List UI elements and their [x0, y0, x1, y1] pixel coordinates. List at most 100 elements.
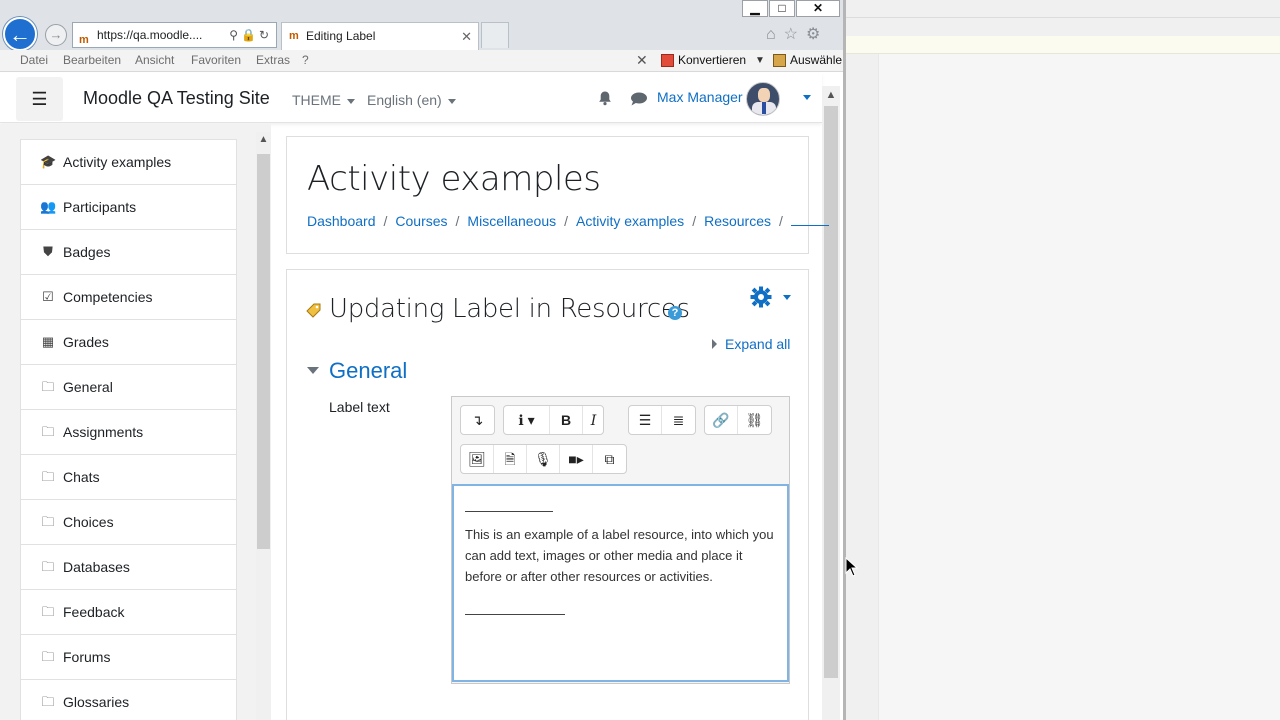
user-menu-name[interactable]: Max Manager	[657, 89, 743, 105]
caret-right-icon	[712, 339, 717, 349]
breadcrumb-dashboard[interactable]: Dashboard	[307, 213, 376, 229]
unordered-list-button[interactable]: ☰	[629, 406, 662, 434]
sidebar-item-label: Badges	[63, 244, 111, 260]
avatar[interactable]	[746, 82, 780, 116]
close-window-button[interactable]: ✕	[796, 0, 840, 17]
expand-all-label: Expand all	[725, 336, 791, 352]
scrollbar-thumb[interactable]	[257, 154, 270, 549]
theme-menu[interactable]: THEME	[292, 92, 355, 108]
link-button[interactable]: 🔗	[705, 406, 738, 434]
sidebar-item-grades[interactable]: ▦ Grades	[20, 319, 237, 364]
help-icon[interactable]: ?	[668, 306, 682, 320]
desktop-background	[846, 0, 1280, 720]
sidebar-item-choices[interactable]: 🗀 Choices	[20, 499, 237, 544]
back-button[interactable]: ←	[3, 17, 37, 51]
sidebar-item-general[interactable]: 🗀 General	[20, 364, 237, 409]
sidebar-item-glossaries[interactable]: 🗀 Glossaries	[20, 679, 237, 720]
toolbar-group: ℹ ▾ B I	[503, 405, 604, 435]
moodle-favicon-icon: m	[79, 34, 89, 46]
breadcrumb-courses[interactable]: Courses	[395, 213, 447, 229]
bold-button[interactable]: B	[550, 406, 583, 434]
graduation-cap-icon: 🎓	[40, 154, 57, 169]
page-scrollbar[interactable]: ▲	[822, 86, 840, 720]
chevron-down-icon[interactable]	[803, 95, 811, 100]
drawer-scrollbar[interactable]: ▲	[256, 132, 271, 720]
maximize-button[interactable]: □	[769, 0, 795, 17]
breadcrumb-current[interactable]	[790, 214, 829, 226]
select-addon-button[interactable]: Auswähle	[773, 50, 842, 71]
sidebar-item-feedback[interactable]: 🗀 Feedback	[20, 589, 237, 634]
address-bar[interactable]: m https://qa.moodle.... ⚲🔒↻	[72, 22, 277, 48]
form-card: Updating Label in Resources ? Expand all…	[286, 269, 809, 720]
forward-button[interactable]: →	[45, 24, 67, 46]
search-icon[interactable]: ⚲	[229, 28, 241, 42]
sidebar-item-chats[interactable]: 🗀 Chats	[20, 454, 237, 499]
rich-text-editor: ↴ ℹ ▾ B I ☰ ≣ 🔗 ⛓ 🖼 🗎 🎙 ■▸ ⧉ This is an …	[451, 396, 790, 684]
chat-icon[interactable]	[630, 92, 648, 106]
italic-button[interactable]: I	[583, 406, 604, 434]
sidebar-item-databases[interactable]: 🗀 Databases	[20, 544, 237, 589]
folder-icon: 🗀	[41, 424, 55, 439]
new-tab-button[interactable]	[481, 22, 509, 48]
insert-image-button[interactable]: 🖼	[461, 445, 494, 473]
editor-content-area[interactable]: This is an example of a label resource, …	[452, 484, 789, 682]
desktop-strip	[846, 36, 1280, 54]
menu-datei[interactable]: Datei	[20, 50, 48, 71]
section-collapse-icon[interactable]	[307, 367, 319, 374]
paragraph-styles-button[interactable]: ℹ ▾	[504, 406, 550, 434]
chevron-down-icon[interactable]: ▼	[755, 50, 765, 71]
site-header: ☰ Moodle QA Testing Site THEME English (…	[0, 73, 822, 123]
sidebar-item-participants[interactable]: 👥 Participants	[20, 184, 237, 229]
scroll-up-icon[interactable]: ▲	[256, 132, 271, 147]
manage-files-button[interactable]: ⧉	[593, 445, 626, 473]
folder-icon: 🗀	[41, 469, 55, 484]
toolbar-group: ↴	[460, 405, 495, 435]
breadcrumb-resources[interactable]: Resources	[704, 213, 771, 229]
language-menu[interactable]: English (en)	[367, 92, 456, 108]
drawer-toggle-button[interactable]: ☰	[16, 77, 63, 121]
breadcrumb-miscellaneous[interactable]: Miscellaneous	[467, 213, 556, 229]
section-general-heading[interactable]: General	[329, 358, 407, 384]
sidebar-item-label: Choices	[63, 514, 114, 530]
files-icon: ⧉	[604, 451, 615, 467]
sidebar-item-forums[interactable]: 🗀 Forums	[20, 634, 237, 679]
breadcrumb-separator: /	[564, 213, 569, 229]
ordered-list-button[interactable]: ≣	[662, 406, 695, 434]
bell-icon[interactable]	[597, 90, 613, 106]
expand-all-link[interactable]: Expand all	[712, 336, 790, 352]
gear-icon[interactable]	[749, 286, 795, 310]
italic-icon: I	[590, 413, 597, 429]
minimize-button[interactable]: ▁	[742, 0, 768, 17]
shield-icon: ⛊	[43, 244, 53, 259]
record-audio-button[interactable]: 🎙	[527, 445, 560, 473]
unlink-icon: ⛓	[745, 412, 764, 428]
scroll-up-icon[interactable]: ▲	[822, 86, 840, 104]
gear-icon[interactable]: ⚙	[806, 26, 828, 43]
tab-editing-label[interactable]: m Editing Label ✕	[281, 22, 479, 50]
scrollbar-thumb[interactable]	[824, 106, 838, 678]
star-icon[interactable]: ☆	[784, 26, 806, 43]
close-tab-icon[interactable]: ✕	[461, 23, 472, 50]
unlink-button[interactable]: ⛓	[738, 406, 771, 434]
sidebar-item-competencies[interactable]: ☑ Competencies	[20, 274, 237, 319]
menu-favoriten[interactable]: Favoriten	[191, 50, 241, 71]
sidebar-item-assignments[interactable]: 🗀 Assignments	[20, 409, 237, 454]
refresh-icon[interactable]: ↻	[259, 28, 272, 42]
insert-media-button[interactable]: 🗎	[494, 445, 527, 473]
record-video-button[interactable]: ■▸	[560, 445, 593, 473]
close-bar-icon[interactable]: ✕	[636, 50, 648, 71]
home-icon[interactable]: ⌂	[766, 26, 784, 43]
breadcrumb-activity-examples[interactable]: Activity examples	[576, 213, 684, 229]
menu-ansicht[interactable]: Ansicht	[135, 50, 174, 71]
mouse-cursor-icon	[845, 557, 859, 577]
sidebar-item-activity-examples[interactable]: 🎓 Activity examples	[20, 139, 237, 184]
menu-help[interactable]: ?	[302, 50, 309, 71]
expand-toolbar-icon: ↴	[471, 412, 484, 428]
sidebar-item-badges[interactable]: ⛊ Badges	[20, 229, 237, 274]
site-name[interactable]: Moodle QA Testing Site	[83, 88, 270, 109]
toolbar-toggle-button[interactable]: ↴	[461, 406, 494, 434]
table-icon: ▦	[41, 334, 55, 349]
menu-bearbeiten[interactable]: Bearbeiten	[63, 50, 121, 71]
convert-addon-button[interactable]: Konvertieren	[661, 50, 746, 71]
menu-extras[interactable]: Extras	[256, 50, 290, 71]
